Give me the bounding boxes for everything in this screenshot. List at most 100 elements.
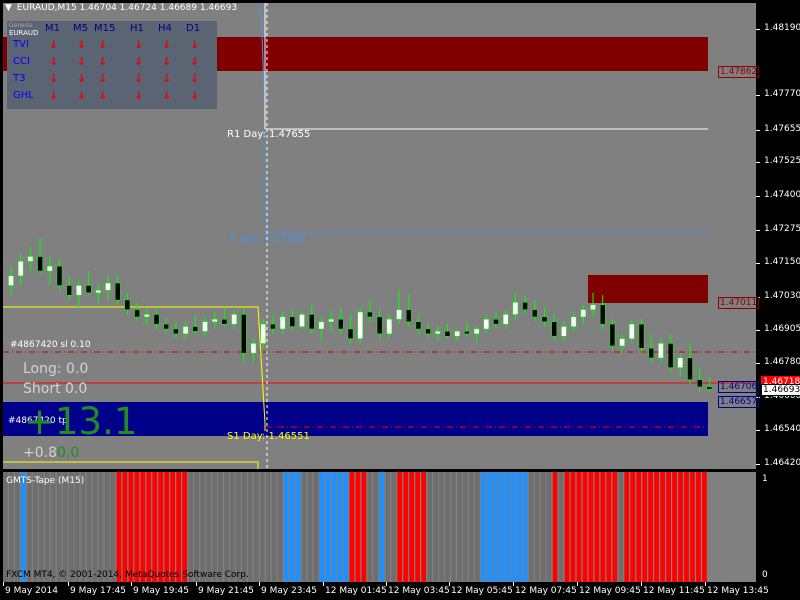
- copyright-text: FXCM MT4, © 2001-2014, MetaQuotes Softwa…: [6, 570, 249, 580]
- tape-bar: [313, 472, 319, 582]
- tape-bar: [570, 472, 576, 582]
- price-tick: [756, 130, 760, 131]
- time-tick: [577, 582, 578, 586]
- tape-bar: [486, 472, 492, 582]
- candle-body: [473, 328, 480, 335]
- candle-body: [357, 311, 363, 339]
- down-arrow-icon: ↓: [162, 89, 172, 102]
- profit-stat: +13.1: [24, 400, 138, 443]
- down-arrow-icon: ↓: [77, 38, 87, 51]
- price-label: 1.47655: [764, 124, 800, 134]
- candle-body: [522, 302, 528, 310]
- candle-body: [425, 328, 431, 335]
- time-tick: [3, 582, 4, 586]
- pivot-p-label: P Day: 1.47269: [230, 234, 307, 245]
- price-marker-box: 1.47862: [718, 66, 760, 78]
- candle-body: [512, 302, 519, 315]
- down-arrow-icon: ↓: [134, 55, 144, 68]
- candle-body: [318, 321, 325, 330]
- tape-bar: [576, 472, 582, 582]
- price-tick: [756, 464, 760, 465]
- symbol-timeframe: EURAUD,M15: [16, 3, 77, 13]
- tape-bar: [337, 472, 343, 582]
- tape-bar: [480, 472, 486, 582]
- down-arrow-icon: ↓: [98, 89, 108, 102]
- candle-body: [202, 321, 208, 332]
- candle-body: [221, 319, 228, 325]
- tape-bar: [373, 472, 379, 582]
- candle-body: [114, 282, 121, 301]
- candle-body: [580, 309, 587, 318]
- tape-bar: [241, 472, 247, 582]
- tape-bar: [403, 472, 409, 582]
- tape-bar: [343, 472, 349, 582]
- tape-bar: [642, 472, 648, 582]
- tape-bar: [666, 472, 671, 582]
- tape-bar: [98, 472, 104, 582]
- chart-title: ▼ EURAUD,M15 1.46704 1.46724 1.46689 1.4…: [5, 3, 237, 13]
- tape-bar: [618, 472, 624, 582]
- tape-bar: [474, 472, 480, 582]
- down-arrow-icon: ↓: [77, 55, 87, 68]
- tape-bar: [188, 472, 193, 582]
- candle-body: [561, 326, 567, 337]
- tape-bar: [690, 472, 695, 582]
- tape-bar: [170, 472, 176, 582]
- time-tick: [196, 582, 197, 586]
- prev-low-line: [3, 461, 259, 469]
- candle-body: [173, 328, 179, 335]
- candle-body: [696, 379, 703, 388]
- candle-body: [27, 256, 34, 262]
- tape-bar: [498, 472, 504, 582]
- down-arrow-icon: ↓: [162, 72, 172, 85]
- candle-body: [386, 319, 393, 335]
- price-marker-box: 1.47011: [718, 297, 760, 309]
- tape-bar: [283, 472, 289, 582]
- tape-bar: [68, 472, 74, 582]
- indicator-window[interactable]: [3, 472, 756, 582]
- tape-bar: [50, 472, 56, 582]
- indicator-row-ghl: GHL: [13, 90, 34, 101]
- tape-bar: [32, 472, 38, 582]
- tape-bar: [636, 472, 642, 582]
- supply-zone-lower: [588, 275, 708, 303]
- candle-body: [299, 314, 305, 327]
- candle-body: [260, 323, 266, 344]
- candle-body: [629, 323, 635, 339]
- price-label: 1.46420: [764, 458, 800, 468]
- time-tick: [131, 582, 132, 586]
- price-label: 1.46780: [764, 357, 800, 367]
- tape-histogram: [3, 472, 707, 582]
- pips-suffix: 0.0: [57, 445, 80, 461]
- tape-bar: [20, 472, 26, 582]
- tape-bar: [684, 472, 689, 582]
- candle-body: [532, 309, 538, 318]
- candle-body: [8, 275, 14, 286]
- candle-body: [609, 323, 616, 347]
- time-tick: [513, 582, 514, 586]
- tape-bar: [457, 472, 462, 582]
- pivot-r1-label: R1 Day: 1.47655: [227, 129, 311, 140]
- tape-bar: [289, 472, 295, 582]
- tape-bar: [331, 472, 337, 582]
- tape-bar: [26, 472, 32, 582]
- dropdown-triangle-icon[interactable]: ▼: [5, 3, 12, 13]
- tape-bar: [696, 472, 701, 582]
- price-tick: [756, 263, 760, 264]
- tape-bar: [379, 472, 385, 582]
- candle-body: [706, 386, 713, 390]
- tape-bar: [212, 472, 217, 582]
- tape-bar: [600, 472, 606, 582]
- tape-bar: [588, 472, 594, 582]
- tape-bar: [307, 472, 313, 582]
- candle-body: [163, 323, 169, 330]
- candle-body: [435, 331, 441, 335]
- price-tick: [756, 162, 760, 163]
- down-arrow-icon: ↓: [190, 72, 200, 85]
- tape-bar: [463, 472, 468, 582]
- down-arrow-icon: ↓: [190, 38, 200, 51]
- short-stat: Short 0.0: [23, 381, 88, 397]
- tape-bar: [104, 472, 110, 582]
- candle-body: [231, 314, 237, 325]
- timeframe-header-m15: M15: [94, 23, 116, 34]
